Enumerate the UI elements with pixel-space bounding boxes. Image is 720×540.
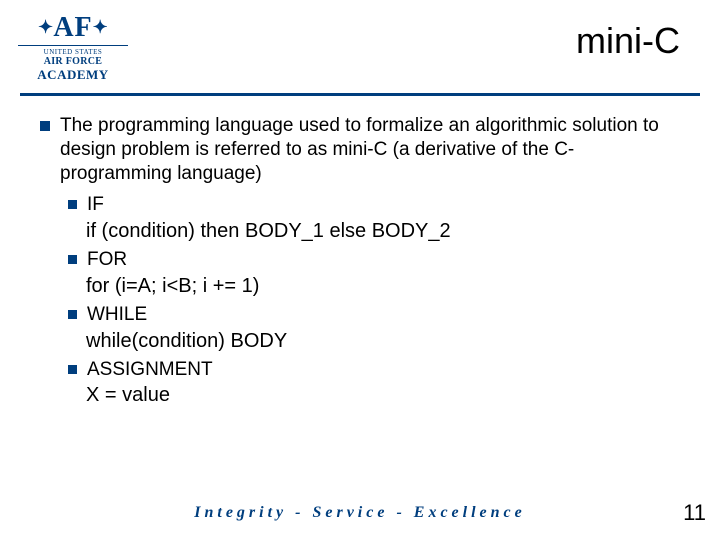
- square-bullet-icon: [68, 200, 77, 209]
- slide-body: The programming language used to formali…: [0, 96, 720, 408]
- page-number: 11: [683, 500, 706, 526]
- wing-left-icon: ✦: [37, 18, 53, 36]
- slide-title: mini-C: [576, 20, 680, 62]
- sub-head: FOR: [87, 248, 127, 272]
- square-bullet-icon: [68, 365, 77, 374]
- main-bullet: The programming language used to formali…: [40, 114, 686, 185]
- logo-monogram: ✦ AF ✦: [53, 14, 92, 42]
- sub-bullet: ASSIGNMENT: [68, 358, 686, 382]
- sub-head: WHILE: [87, 303, 147, 327]
- sub-body: if (condition) then BODY_1 else BODY_2: [68, 219, 686, 244]
- sub-bullet: FOR: [68, 248, 686, 272]
- logo-line-1: UNITED STATES: [44, 48, 103, 56]
- sub-head: IF: [87, 193, 104, 217]
- logo-divider: [18, 45, 128, 46]
- square-bullet-icon: [40, 121, 50, 131]
- footer-motto: Integrity - Service - Excellence: [0, 504, 720, 522]
- sub-body: for (i=A; i<B; i += 1): [68, 274, 686, 299]
- usafa-logo: ✦ AF ✦ UNITED STATES AIR FORCE ACADEMY: [18, 14, 128, 83]
- square-bullet-icon: [68, 310, 77, 319]
- sub-head: ASSIGNMENT: [87, 358, 213, 382]
- logo-line-2: AIR FORCE: [44, 56, 103, 67]
- logo-af-text: AF: [53, 12, 92, 43]
- sub-body: while(condition) BODY: [68, 329, 686, 354]
- main-bullet-text: The programming language used to formali…: [60, 114, 686, 185]
- wing-right-icon: ✦: [93, 18, 109, 36]
- square-bullet-icon: [68, 255, 77, 264]
- sub-bullet: IF: [68, 193, 686, 217]
- logo-line-3: ACADEMY: [37, 67, 108, 83]
- sub-body: X = value: [68, 383, 686, 408]
- sub-bullet: WHILE: [68, 303, 686, 327]
